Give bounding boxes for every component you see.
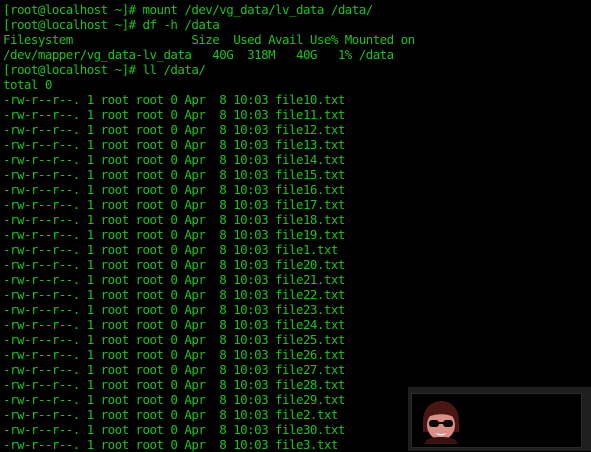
file-list-line: -rw-r--r--. 1 root root 0 Apr 8 10:03 fi… bbox=[3, 92, 345, 107]
file-list-line: -rw-r--r--. 1 root root 0 Apr 8 10:03 fi… bbox=[3, 302, 345, 317]
file-list-line: -rw-r--r--. 1 root root 0 Apr 8 10:03 fi… bbox=[3, 212, 345, 227]
file-list-line: -rw-r--r--. 1 root root 0 Apr 8 10:03 fi… bbox=[3, 122, 345, 137]
file-list-line: -rw-r--r--. 1 root root 0 Apr 8 10:03 fi… bbox=[3, 137, 345, 152]
file-list-line: -rw-r--r--. 1 root root 0 Apr 8 10:03 fi… bbox=[3, 167, 345, 182]
file-list-line: -rw-r--r--. 1 root root 0 Apr 8 10:03 fi… bbox=[3, 317, 345, 332]
df-header-line: Filesystem Size Used Avail Use% Mounted … bbox=[3, 32, 415, 47]
file-list-line: -rw-r--r--. 1 root root 0 Apr 8 10:03 fi… bbox=[3, 272, 345, 287]
df-row-line: /dev/mapper/vg_data-lv_data 40G 318M 40G… bbox=[3, 47, 394, 62]
file-list-line: -rw-r--r--. 1 root root 0 Apr 8 10:03 fi… bbox=[3, 197, 345, 212]
prompt-line-df: [root@localhost ~]# df -h /data bbox=[3, 17, 220, 32]
file-list-line: -rw-r--r--. 1 root root 0 Apr 8 10:03 fi… bbox=[3, 332, 345, 347]
file-list-line: -rw-r--r--. 1 root root 0 Apr 8 10:03 fi… bbox=[3, 107, 345, 122]
terminal-window[interactable]: [root@localhost ~]# mount /dev/vg_data/l… bbox=[3, 2, 591, 452]
file-list-line: -rw-r--r--. 1 root root 0 Apr 8 10:03 fi… bbox=[3, 362, 345, 377]
prompt-line-mount: [root@localhost ~]# mount /dev/vg_data/l… bbox=[3, 2, 373, 17]
ll-total-line: total 0 bbox=[3, 77, 52, 92]
webcam-frame bbox=[411, 393, 582, 448]
file-list-line: -rw-r--r--. 1 root root 0 Apr 8 10:03 fi… bbox=[3, 257, 345, 272]
file-list-line: -rw-r--r--. 1 root root 0 Apr 8 10:03 fi… bbox=[3, 287, 345, 302]
prompt-line-ll: [root@localhost ~]# ll /data/ bbox=[3, 62, 206, 77]
file-list-line: -rw-r--r--. 1 root root 0 Apr 8 10:03 fi… bbox=[3, 242, 338, 257]
file-list-line: -rw-r--r--. 1 root root 0 Apr 8 10:03 fi… bbox=[3, 182, 345, 197]
webcam-overlay bbox=[408, 387, 591, 451]
file-list-line: -rw-r--r--. 1 root root 0 Apr 8 10:03 fi… bbox=[3, 152, 345, 167]
sunglasses-avatar-icon bbox=[418, 398, 464, 444]
file-list-line: -rw-r--r--. 1 root root 0 Apr 8 10:03 fi… bbox=[3, 347, 345, 362]
file-list-line: -rw-r--r--. 1 root root 0 Apr 8 10:03 fi… bbox=[3, 227, 345, 242]
